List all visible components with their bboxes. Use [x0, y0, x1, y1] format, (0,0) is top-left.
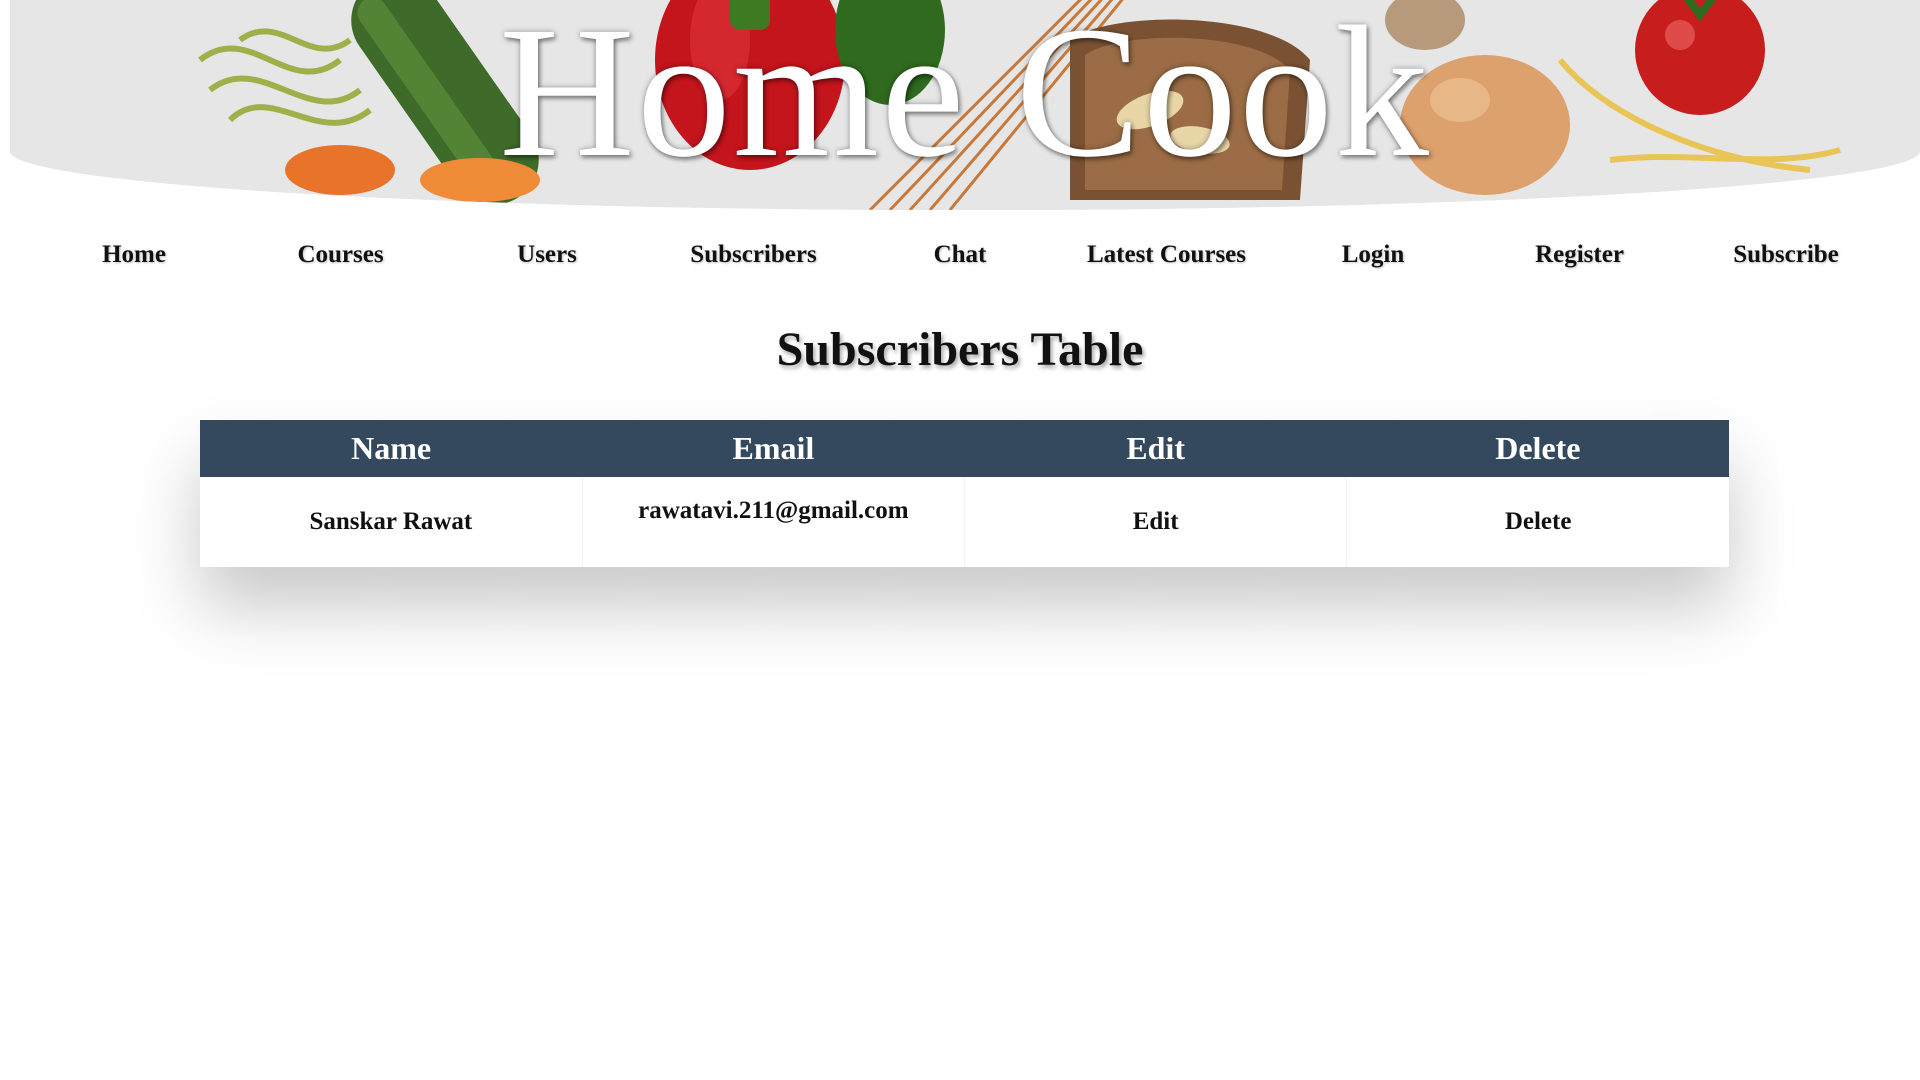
page-title: Subscribers Table: [776, 323, 1144, 376]
site-title: Home Cook: [499, 0, 1431, 196]
page: Home Cook Home Courses Users Subscribers…: [0, 0, 1920, 1080]
subscribers-table: Name Email Edit Delete Sanskar Rawat raw…: [200, 420, 1729, 567]
column-header-edit: Edit: [964, 420, 1347, 477]
nav-register-link[interactable]: Register: [1486, 230, 1674, 280]
column-header-name: Name: [200, 420, 583, 477]
nav-latest-courses-link[interactable]: Latest Courses: [1073, 230, 1261, 280]
nav-chat-link[interactable]: Chat: [866, 230, 1054, 280]
nav-subscribers-link[interactable]: Subscribers: [660, 230, 848, 280]
nav-users-link[interactable]: Users: [453, 230, 641, 280]
column-header-email: Email: [582, 420, 965, 477]
column-header-delete: Delete: [1346, 420, 1729, 477]
nav-subscribe-link[interactable]: Subscribe: [1692, 230, 1880, 280]
delete-link[interactable]: Delete: [1346, 477, 1729, 567]
subscriber-email-cell: rawatavi.211@gmail.com: [582, 477, 966, 567]
main-nav: Home Courses Users Subscribers Chat Late…: [0, 230, 1920, 280]
table-header-row: Name Email Edit Delete: [200, 420, 1729, 477]
nav-courses-link[interactable]: Courses: [247, 230, 435, 280]
subscriber-name-cell: Sanskar Rawat: [200, 477, 583, 567]
nav-home-link[interactable]: Home: [40, 230, 228, 280]
table-row: Sanskar Rawat rawatavi.211@gmail.com Edi…: [200, 477, 1729, 567]
header-banner: Home Cook: [10, 0, 1920, 210]
subscribers-table-container: Name Email Edit Delete Sanskar Rawat raw…: [200, 420, 1729, 567]
nav-login-link[interactable]: Login: [1279, 230, 1467, 280]
edit-link[interactable]: Edit: [964, 477, 1348, 567]
